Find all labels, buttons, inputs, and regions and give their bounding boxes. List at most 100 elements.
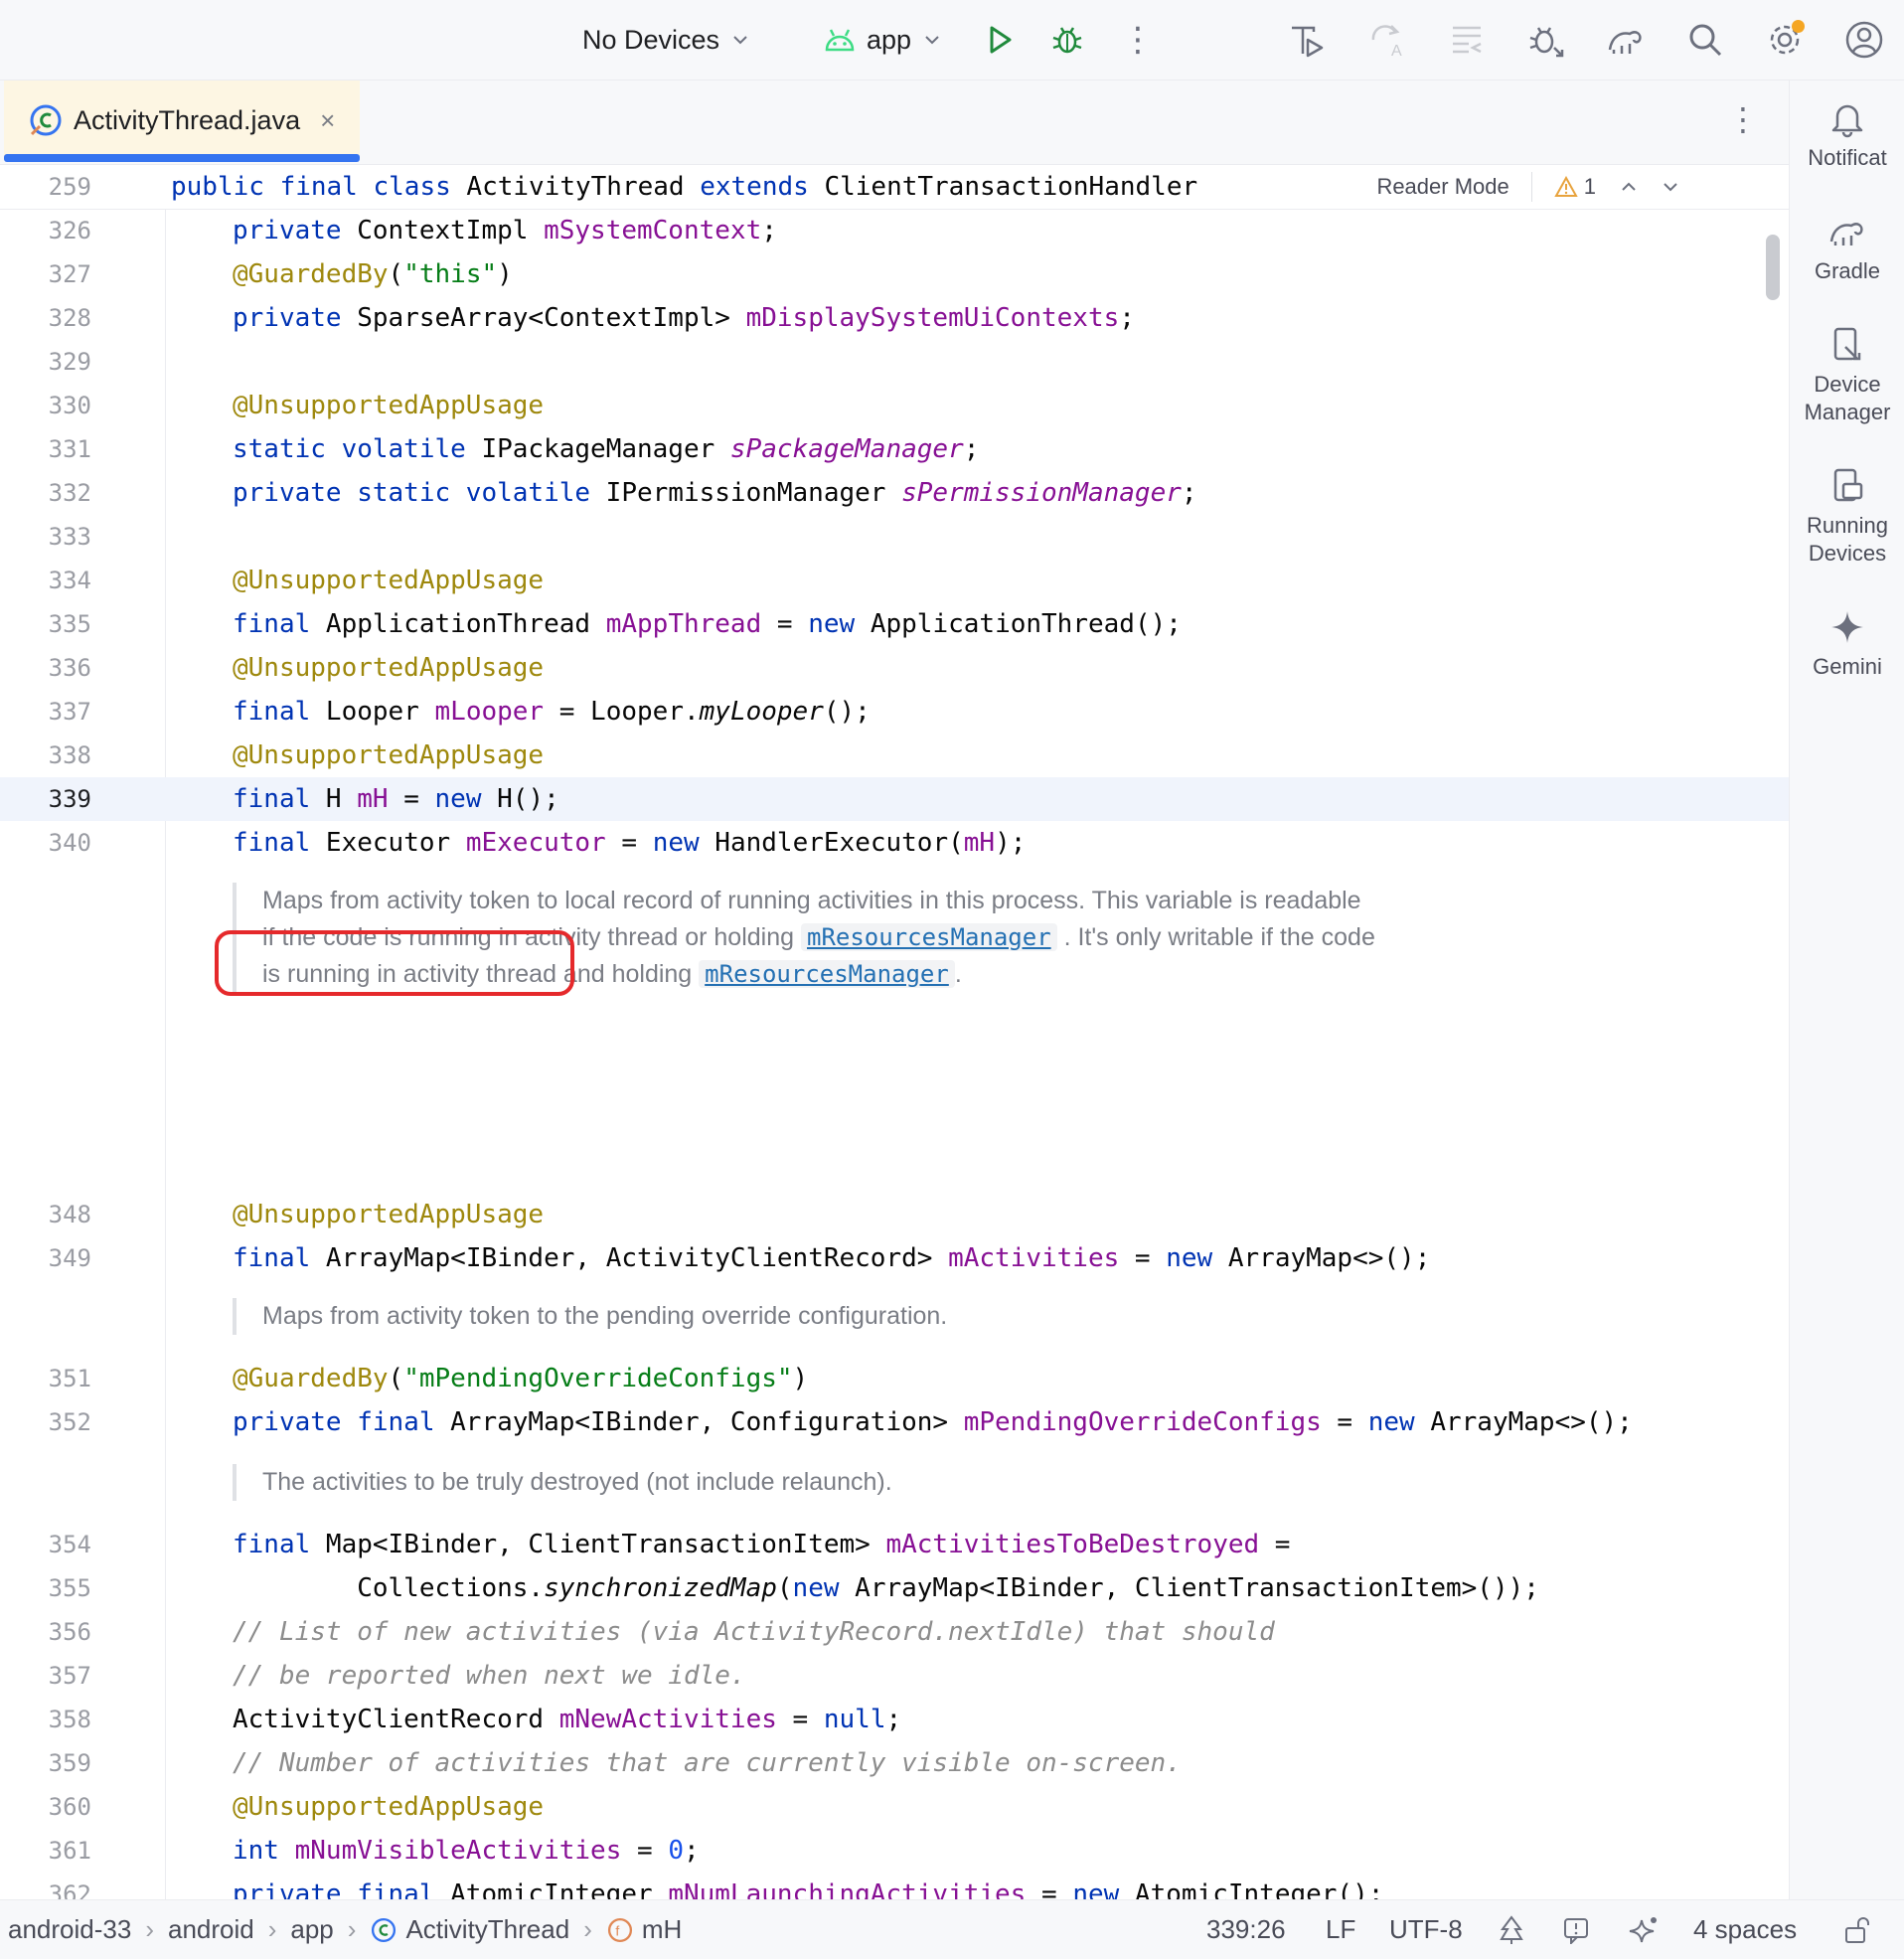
run-icon[interactable] (978, 18, 1022, 62)
line-number: 328 (48, 304, 91, 332)
code-line[interactable]: 358 ActivityClientRecord mNewActivities =… (0, 1698, 1789, 1741)
run-config-label: app (867, 24, 912, 55)
code-text: @UnsupportedAppUsage (233, 391, 545, 420)
code-line[interactable]: 336 @UnsupportedAppUsage (0, 646, 1789, 690)
breadcrumb-item[interactable]: ActivityThread (405, 1914, 569, 1945)
code-line[interactable]: 352 private final ArrayMap<IBinder, Confi… (0, 1400, 1789, 1444)
line-number: 357 (48, 1662, 91, 1690)
device-selector[interactable]: No Devices (582, 0, 751, 80)
notifications-tool-button[interactable]: Notificat (1790, 98, 1904, 172)
code-line[interactable]: 326 private ContextImpl mSystemContext; (0, 209, 1789, 252)
tab-close-icon[interactable]: × (320, 105, 335, 136)
caret-position[interactable]: 339:26 (1206, 1900, 1286, 1959)
vcs-tree-icon[interactable] (1499, 1900, 1524, 1959)
tab-actions-menu-button[interactable]: ⋮ (1727, 100, 1759, 138)
running-devices-label-line1: Running (1807, 513, 1888, 538)
code-line[interactable]: 354 final Map<IBinder, ClientTransactionI… (0, 1523, 1789, 1566)
doc-link[interactable]: mResourcesManager (801, 923, 1057, 951)
code-text: final Looper mLooper = Looper.myLooper()… (233, 697, 871, 727)
indent-setting[interactable]: 4 spaces (1693, 1900, 1797, 1959)
code-text: int mNumVisibleActivities = 0; (233, 1836, 700, 1866)
line-number: 354 (48, 1531, 91, 1558)
running-devices-label-line2: Devices (1808, 541, 1887, 566)
code-line[interactable]: 340 final Executor mExecutor = new Handle… (0, 821, 1789, 865)
doc-link[interactable]: mResourcesManager (699, 960, 955, 988)
line-number: 362 (48, 1880, 91, 1899)
breadcrumb-item[interactable]: android (168, 1914, 254, 1945)
gradle-sync-icon[interactable] (1604, 18, 1648, 62)
code-line[interactable]: 329 (0, 340, 1789, 384)
chevron-right-icon: › (267, 1914, 277, 1944)
code-line[interactable]: 330 @UnsupportedAppUsage (0, 384, 1789, 427)
line-number: 330 (48, 392, 91, 419)
code-line[interactable]: 334 @UnsupportedAppUsage (0, 559, 1789, 602)
code-line[interactable]: 337 final Looper mLooper = Looper.myLoope… (0, 690, 1789, 734)
code-line[interactable]: 362 private final AtomicInteger mNumLaunc… (0, 1873, 1789, 1899)
code-line[interactable]: 335 final ApplicationThread mAppThread = … (0, 602, 1789, 646)
code-line[interactable]: 331 static volatile IPackageManager sPack… (0, 427, 1789, 471)
code-line[interactable]: 348 @UnsupportedAppUsage (0, 1193, 1789, 1236)
tab-activitythread-java[interactable]: ActivityThread.java × (4, 81, 360, 160)
right-tool-window-bar: Notificat Gradle Device Manager Running … (1789, 81, 1904, 1899)
line-separator[interactable]: LF (1326, 1900, 1355, 1959)
search-icon[interactable] (1683, 18, 1727, 62)
code-line[interactable]: 356 // List of new activities (via Activi… (0, 1610, 1789, 1654)
breadcrumb-item[interactable]: android-33 (8, 1914, 131, 1945)
line-number: 327 (48, 260, 91, 288)
code-line[interactable]: 332 private static volatile IPermissionMa… (0, 471, 1789, 515)
breadcrumb-item[interactable]: app (290, 1914, 333, 1945)
device-manager-tool-button[interactable]: Device Manager (1790, 325, 1904, 426)
code-line[interactable]: 333 (0, 515, 1789, 559)
code-text: final Executor mExecutor = new HandlerEx… (233, 828, 1027, 858)
line-number: 339 (48, 785, 91, 813)
vertical-scrollbar-thumb[interactable] (1766, 235, 1780, 300)
code-text: @UnsupportedAppUsage (233, 1792, 545, 1822)
code-line[interactable]: 328 private SparseArray<ContextImpl> mDis… (0, 296, 1789, 340)
chevron-down-icon[interactable] (1660, 176, 1681, 198)
warnings-count: 1 (1583, 174, 1596, 199)
gemini-tool-button[interactable]: Gemini (1790, 607, 1904, 681)
running-devices-tool-button[interactable]: Running Devices (1790, 466, 1904, 568)
warnings-indicator[interactable]: 1 (1554, 174, 1596, 200)
line-number: 333 (48, 523, 91, 551)
code-line[interactable]: 355 Collections.synchronizedMap(new Arra… (0, 1566, 1789, 1610)
field-icon: f (607, 1917, 632, 1942)
gemini-label: Gemini (1813, 654, 1882, 679)
running-devices-icon (1833, 468, 1863, 502)
problems-icon[interactable] (1562, 1900, 1590, 1959)
settings-gear-icon[interactable] (1763, 18, 1807, 62)
apply-changes-icon[interactable] (1286, 18, 1330, 62)
doc-text: Maps from activity token to the pending … (262, 1302, 948, 1330)
debug-icon[interactable] (1045, 18, 1089, 62)
layout-inspector-icon (1445, 18, 1489, 62)
current-code-line[interactable]: 339 final H mH = new H(); (0, 777, 1789, 821)
code-editor[interactable]: 259 public final class ActivityThread ex… (0, 165, 1789, 1899)
line-number: 334 (48, 567, 91, 594)
device-selector-label: No Devices (582, 24, 720, 55)
code-line[interactable]: 359 // Number of activities that are curr… (0, 1741, 1789, 1785)
chevron-down-icon (733, 36, 747, 45)
chevron-up-icon[interactable] (1618, 176, 1640, 198)
unlock-icon[interactable] (1842, 1900, 1872, 1959)
code-line[interactable]: 360 @UnsupportedAppUsage (0, 1785, 1789, 1829)
attach-debugger-icon[interactable] (1524, 18, 1568, 62)
code-line[interactable]: 351 @GuardedBy("mPendingOverrideConfigs") (0, 1357, 1789, 1400)
code-line[interactable]: 327 @GuardedBy("this") (0, 252, 1789, 296)
rendered-javadoc: Maps from activity token to the pending … (233, 1298, 947, 1335)
line-number: 361 (48, 1837, 91, 1865)
code-line[interactable]: 349 final ArrayMap<IBinder, ActivityClien… (0, 1236, 1789, 1280)
more-actions-button[interactable]: ⋮ (1121, 0, 1155, 80)
code-line[interactable]: 338 @UnsupportedAppUsage (0, 734, 1789, 777)
reader-mode-button[interactable]: Reader Mode (1376, 174, 1508, 200)
ai-assistant-icon[interactable] (1628, 1900, 1660, 1959)
file-encoding[interactable]: UTF-8 (1389, 1900, 1463, 1959)
code-line[interactable]: 361 int mNumVisibleActivities = 0; (0, 1829, 1789, 1873)
code-line[interactable]: 357 // be reported when next we idle. (0, 1654, 1789, 1698)
breadcrumb-item[interactable]: mH (642, 1914, 682, 1945)
run-config-selector[interactable]: app (823, 0, 943, 80)
account-avatar-icon[interactable] (1842, 18, 1886, 62)
chevron-right-icon: › (145, 1914, 154, 1944)
gemini-sparkle-icon (1831, 611, 1863, 643)
gradle-label: Gradle (1814, 258, 1881, 283)
gradle-tool-button[interactable]: Gradle (1790, 212, 1904, 285)
